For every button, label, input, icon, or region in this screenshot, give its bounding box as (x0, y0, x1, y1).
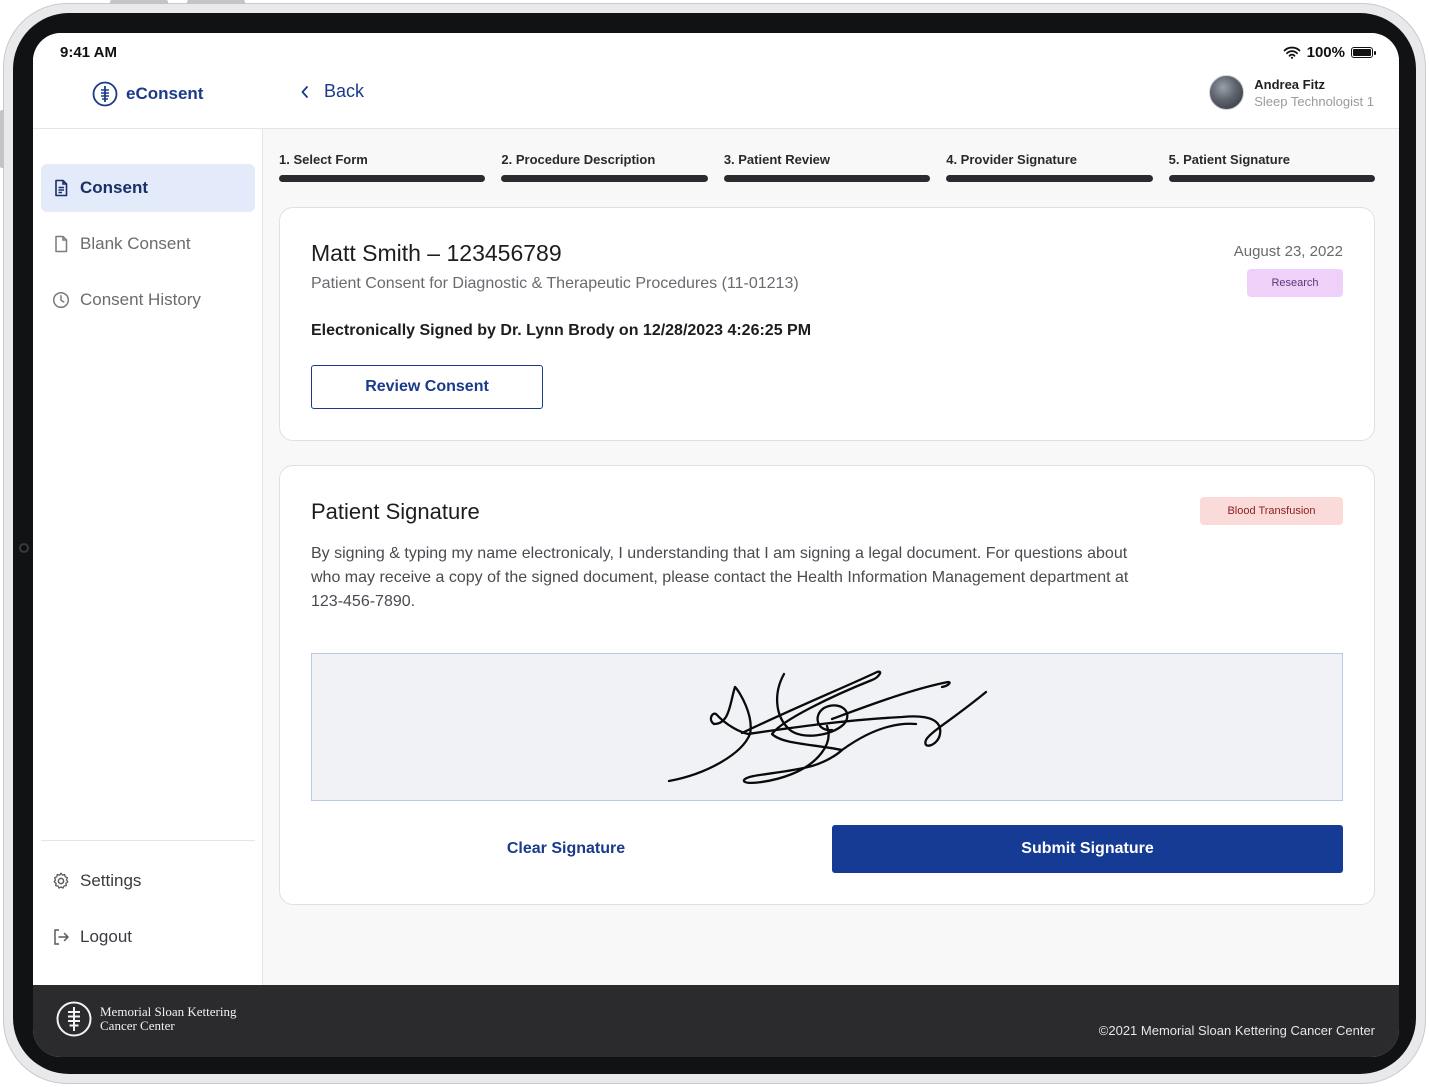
patient-title: Matt Smith – 123456789 (311, 240, 562, 266)
divider (33, 128, 262, 129)
step-patient-signature: 5. Patient Signature (1168, 152, 1376, 182)
gear-icon (53, 872, 69, 889)
user-role: Sleep Technologist 1 (1254, 93, 1374, 109)
footer: Memorial Sloan Kettering Cancer Center ©… (33, 985, 1399, 1057)
battery-percent: 100% (1306, 44, 1345, 61)
step-bar (723, 175, 931, 182)
step-label: 1. Select Form (279, 152, 368, 167)
status-bar-right: 100% (1283, 44, 1376, 61)
step-bar (1168, 175, 1376, 182)
wifi-icon (1283, 46, 1301, 59)
step-bar (946, 175, 1153, 182)
sidebar-item-label: Logout (80, 927, 132, 946)
app-brand[interactable]: eConsent (92, 79, 203, 109)
camera-icon (19, 543, 29, 553)
sidebar-item-logout[interactable]: Logout (41, 913, 255, 961)
back-button[interactable]: Back (300, 81, 364, 102)
patient-signature-card: Patient Signature Blood Transfusion By s… (279, 465, 1375, 905)
sidebar: 9:41 AM eConsent Consent Blank Consent C… (33, 33, 263, 985)
user-profile[interactable]: Andrea Fitz Sleep Technologist 1 (1209, 75, 1374, 110)
step-bar (501, 175, 708, 182)
volume-button (110, 0, 168, 4)
divider (41, 840, 255, 841)
form-name: Patient Consent for Diagnostic & Therape… (311, 275, 799, 292)
blood-transfusion-badge: Blood Transfusion (1200, 497, 1343, 525)
footer-logo-line2: Cancer Center (100, 1018, 175, 1033)
volume-button (187, 0, 245, 4)
sidebar-item-label: Blank Consent (80, 234, 191, 253)
step-select-form: 1. Select Form (279, 152, 486, 182)
consent-date: August 23, 2022 (1233, 243, 1343, 260)
section-title: Patient Signature (311, 499, 480, 524)
step-procedure-description: 2. Procedure Description (501, 152, 708, 182)
battery-icon (1351, 47, 1376, 58)
step-patient-review: 3. Patient Review (723, 152, 931, 182)
research-badge: Research (1247, 269, 1343, 297)
chevron-left-icon (301, 85, 308, 98)
signed-status: Electronically Signed by Dr. Lynn Brody … (311, 322, 812, 339)
consent-summary-card: Matt Smith – 123456789 Patient Consent f… (279, 207, 1375, 441)
sidebar-item-label: Consent History (80, 290, 201, 309)
sidebar-item-settings[interactable]: Settings (41, 857, 255, 905)
signature-disclaimer: By signing & typing my name electronical… (311, 545, 1129, 610)
sidebar-item-consent-history[interactable]: Consent History (41, 276, 255, 324)
back-label: Back (324, 81, 365, 101)
step-label: 3. Patient Review (723, 152, 831, 167)
sidebar-item-label: Settings (80, 871, 142, 890)
review-consent-button[interactable]: Review Consent (311, 365, 543, 409)
app-screen: 9:41 AM eConsent Consent Blank Consent C… (33, 33, 1399, 1057)
msk-logo: Memorial Sloan Kettering Cancer Center (56, 1000, 236, 1038)
econsent-logo-icon (92, 81, 118, 107)
logout-icon (54, 929, 69, 945)
sidebar-item-consent[interactable]: Consent (41, 164, 255, 212)
signature-pad[interactable] (311, 653, 1343, 801)
user-name: Andrea Fitz (1254, 76, 1326, 92)
blank-document-icon (55, 235, 68, 253)
copyright-text: ©2021 Memorial Sloan Kettering Cancer Ce… (1098, 1023, 1375, 1038)
footer-logo-line1: Memorial Sloan Kettering (100, 1004, 237, 1019)
app-name: eConsent (126, 84, 204, 103)
clock-icon (52, 291, 70, 309)
step-label: 4. Provider Signature (946, 152, 1077, 167)
status-time: 9:41 AM (60, 44, 117, 61)
signature-stroke (667, 670, 988, 784)
step-label: 5. Patient Signature (1168, 152, 1290, 167)
msk-logo-icon (56, 1001, 92, 1037)
avatar (1209, 75, 1245, 110)
sidebar-item-blank-consent[interactable]: Blank Consent (41, 220, 255, 268)
power-button (0, 110, 4, 168)
document-icon (55, 179, 68, 197)
submit-signature-button[interactable]: Submit Signature (832, 825, 1343, 873)
step-bar (279, 175, 486, 182)
step-provider-signature: 4. Provider Signature (946, 152, 1153, 182)
header: Back 100% Andrea Fitz Sleep Technologist… (262, 33, 1399, 129)
step-label: 2. Procedure Description (501, 152, 656, 167)
progress-stepper: 1. Select Form 2. Procedure Description … (279, 152, 1376, 182)
clear-signature-button[interactable]: Clear Signature (311, 825, 821, 873)
sidebar-item-label: Consent (80, 178, 148, 197)
